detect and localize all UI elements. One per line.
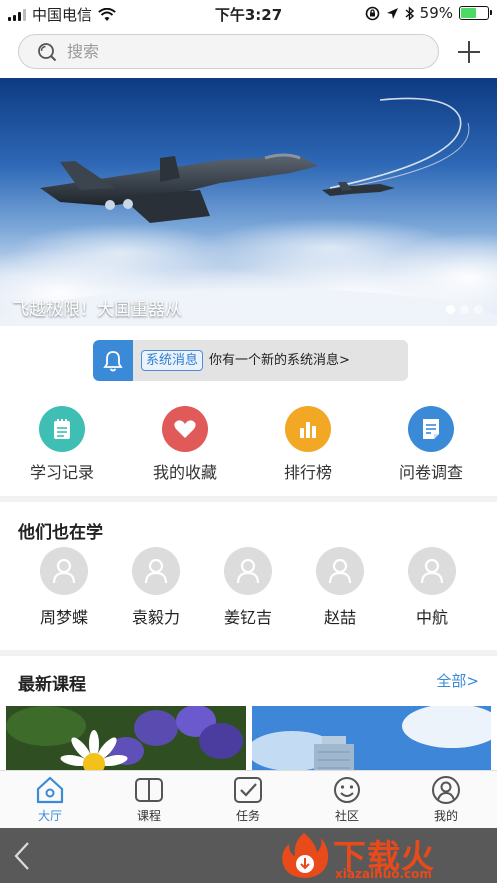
smiley-icon — [334, 777, 360, 803]
quick-item-favorites[interactable]: 我的收藏 — [130, 406, 240, 483]
quick-label: 排行榜 — [283, 463, 332, 482]
avatar-icon — [316, 547, 364, 595]
banner-caption: 飞越极限！大国重器从 — [12, 300, 182, 320]
notice-tag: 系统消息 — [141, 350, 204, 371]
book-icon — [135, 778, 163, 802]
quick-label: 问卷调查 — [398, 463, 463, 482]
checkmark-icon — [234, 777, 262, 803]
avatar-icon — [408, 547, 456, 595]
watermark-url: xiazaihuo.com — [335, 867, 432, 881]
course-card[interactable] — [6, 706, 246, 776]
quick-label: 学习记录 — [29, 463, 94, 482]
quick-item-survey[interactable]: 问卷调查 — [376, 406, 486, 483]
course-thumbnail — [252, 706, 491, 776]
notice-message[interactable]: 你有一个新的系统消息> — [209, 351, 350, 370]
banner-image — [0, 97, 497, 326]
carousel-dot[interactable] — [446, 305, 455, 314]
learner-item[interactable]: 赵喆 — [300, 547, 380, 628]
search-icon — [38, 43, 57, 62]
notepad-icon — [39, 406, 85, 452]
tab-tasks[interactable]: 任务 — [213, 775, 283, 824]
learner-item[interactable]: 姜钇吉 — [208, 547, 288, 628]
search-box[interactable] — [18, 34, 439, 69]
header — [0, 26, 497, 78]
location-icon — [386, 7, 398, 19]
battery-fill — [461, 8, 477, 18]
tab-bar: 大厅 课程 任务 社区 我的 — [0, 770, 497, 828]
battery-icon — [459, 6, 492, 20]
learners-section: 他们也在学 周梦蝶 袁毅力 姜钇吉 赵喆 中航 — [0, 502, 497, 650]
heart-icon — [162, 406, 208, 452]
tab-hall[interactable]: 大厅 — [15, 775, 85, 824]
quick-item-study-record[interactable]: 学习记录 — [7, 406, 117, 483]
search-input[interactable] — [67, 35, 427, 68]
learner-item[interactable]: 周梦蝶 — [24, 547, 104, 628]
quick-label: 我的收藏 — [152, 463, 217, 482]
learner-name: 赵喆 — [323, 608, 356, 627]
bluetooth-icon — [405, 5, 414, 21]
watermark: 下载火 xiazaihuo.com — [277, 828, 487, 883]
system-nav-bar: 下载火 xiazaihuo.com — [0, 828, 497, 883]
tab-courses[interactable]: 课程 — [114, 775, 184, 824]
tab-label: 课程 — [136, 809, 161, 823]
system-notice[interactable]: 系统消息 你有一个新的系统消息> — [93, 340, 408, 381]
avatar-icon — [132, 547, 180, 595]
bell-icon — [93, 340, 133, 381]
tab-label: 大厅 — [37, 809, 62, 823]
document-icon — [408, 406, 454, 452]
tab-label: 我的 — [433, 809, 458, 823]
learner-name: 周梦蝶 — [39, 608, 88, 627]
learner-name: 姜钇吉 — [223, 608, 272, 627]
all-courses-link[interactable]: 全部> — [436, 670, 479, 691]
tab-mine[interactable]: 我的 — [411, 775, 481, 824]
tab-community[interactable]: 社区 — [312, 775, 382, 824]
learner-name: 中航 — [415, 608, 448, 627]
battery-percent: 59% — [419, 4, 453, 22]
course-thumbnail — [6, 706, 246, 776]
flame-logo-icon — [282, 833, 329, 878]
courses-title: 最新课程 — [18, 675, 86, 695]
learner-item[interactable]: 袁毅力 — [116, 547, 196, 628]
quick-item-ranking[interactable]: 排行榜 — [253, 406, 363, 483]
banner-carousel[interactable]: 飞越极限！大国重器从 — [0, 78, 497, 326]
course-card[interactable] — [252, 706, 491, 776]
avatar-icon — [224, 547, 272, 595]
user-icon — [432, 776, 460, 804]
home-icon — [36, 776, 64, 804]
learner-name: 袁毅力 — [131, 608, 180, 627]
back-arrow-icon[interactable] — [12, 841, 32, 871]
carousel-dot[interactable] — [460, 305, 469, 314]
status-right: 59% — [365, 4, 492, 22]
plus-icon[interactable] — [455, 38, 483, 66]
rotation-lock-icon — [365, 6, 379, 20]
tab-label: 社区 — [334, 809, 359, 823]
status-bar: 中国电信 下午3:27 59% — [0, 0, 497, 26]
learner-item[interactable]: 中航 — [392, 547, 472, 628]
carousel-dot[interactable] — [474, 305, 483, 314]
quick-entries: 学习记录 我的收藏 排行榜 问卷调查 — [0, 394, 497, 496]
bar-chart-icon — [285, 406, 331, 452]
carousel-dots — [446, 305, 483, 314]
notice-section: 系统消息 你有一个新的系统消息> — [0, 326, 497, 394]
learners-title: 他们也在学 — [18, 523, 103, 543]
tab-label: 任务 — [235, 809, 260, 823]
avatar-icon — [40, 547, 88, 595]
